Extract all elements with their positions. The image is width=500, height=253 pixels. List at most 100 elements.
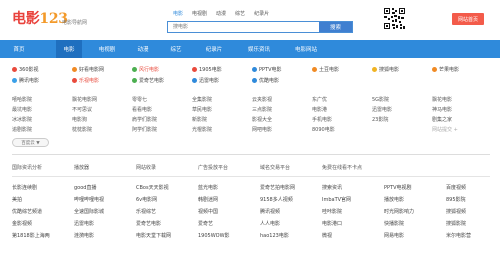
- grid-link[interactable]: 剧集之家: [432, 116, 452, 123]
- grid-link[interactable]: 神马电影: [432, 106, 452, 113]
- site-link[interactable]: 全速国际影城: [74, 208, 104, 215]
- featured-item[interactable]: 搜狐电影: [372, 66, 399, 73]
- site-link[interactable]: 美拍: [12, 196, 22, 203]
- nav-item-news[interactable]: 娱乐资讯: [242, 40, 276, 58]
- site-link[interactable]: 6v电影网: [136, 196, 157, 203]
- featured-item[interactable]: 好看电影网: [72, 66, 104, 73]
- site-link[interactable]: 微视: [322, 232, 332, 239]
- search-button[interactable]: 搜索: [319, 22, 352, 32]
- grid-link[interactable]: 草民电影: [192, 106, 212, 113]
- search-input[interactable]: [168, 22, 319, 32]
- grid-link[interactable]: 飘花电影: [432, 96, 452, 103]
- search-tab-variety[interactable]: 综艺: [235, 10, 245, 17]
- grid-link[interactable]: 追剧影院: [12, 126, 32, 133]
- featured-item[interactable]: 腾讯电影: [12, 77, 39, 84]
- featured-item[interactable]: 360影视: [12, 66, 39, 73]
- site-link[interactable]: 米尔电影营: [446, 232, 471, 239]
- site-link[interactable]: 视频中国: [198, 208, 218, 215]
- search-tab-movie[interactable]: 电影: [173, 10, 183, 17]
- site-link[interactable]: 百度视频: [446, 184, 466, 191]
- search-tab-documentary[interactable]: 纪录片: [254, 10, 269, 17]
- grid-link[interactable]: 手机电影: [312, 116, 332, 123]
- site-link[interactable]: 搜狐视频: [446, 208, 466, 215]
- grid-link[interactable]: 肩学们影院: [132, 116, 157, 123]
- grid-link[interactable]: 23影院: [372, 116, 388, 123]
- category-link[interactable]: 域名交易平台: [260, 164, 290, 171]
- site-logo[interactable]: 电影123: [12, 8, 68, 28]
- site-link[interactable]: ImbaTV官网: [322, 196, 351, 203]
- category-link[interactable]: 播放器: [74, 164, 89, 171]
- grid-link[interactable]: 最坑电影: [12, 106, 32, 113]
- grid-link[interactable]: 电影狗: [72, 116, 87, 123]
- more-button[interactable]: 百度云 ▼: [12, 138, 49, 147]
- featured-item[interactable]: 乐视电影: [72, 77, 99, 84]
- nav-item-anime[interactable]: 动漫: [131, 40, 155, 58]
- site-link[interactable]: 快播影院: [384, 220, 404, 227]
- home-button[interactable]: 网站首页: [452, 13, 484, 25]
- nav-item-variety[interactable]: 综艺: [164, 40, 188, 58]
- search-tab-tv[interactable]: 电视剧: [192, 10, 207, 17]
- category-link[interactable]: 网站收录: [136, 164, 156, 171]
- grid-link[interactable]: 冰冰影院: [12, 116, 32, 123]
- nav-item-home[interactable]: 首页: [0, 40, 38, 58]
- grid-link[interactable]: 飘花电影网: [72, 96, 97, 103]
- site-link[interactable]: 电影港口: [322, 220, 342, 227]
- site-link[interactable]: 金影视频: [12, 220, 32, 227]
- grid-link[interactable]: 三点影院: [252, 106, 272, 113]
- grid-link[interactable]: 东广优: [312, 96, 327, 103]
- site-link[interactable]: 搜索资讯: [322, 184, 342, 191]
- grid-link[interactable]: 阿学们影院: [132, 126, 157, 133]
- site-link[interactable]: 长影连续剧: [12, 184, 37, 191]
- featured-item[interactable]: 爱奇艺电影: [132, 77, 164, 84]
- site-link[interactable]: 电影天堂下载网: [136, 232, 171, 239]
- nav-item-documentary[interactable]: 纪录片: [200, 40, 228, 58]
- site-link[interactable]: 搜狐影院: [446, 220, 466, 227]
- site-link[interactable]: 哔哩哔哩电视: [74, 196, 104, 203]
- site-link[interactable]: 1905WOW影: [198, 232, 230, 239]
- site-link[interactable]: 时光网影响力: [384, 208, 414, 215]
- grid-link[interactable]: 网吧电影: [252, 126, 272, 133]
- grid-link[interactable]: 影视大全: [252, 116, 272, 123]
- grid-link[interactable]: 看看电影: [132, 106, 152, 113]
- grid-link[interactable]: 云夹影视: [252, 96, 272, 103]
- site-link[interactable]: 爱奇艺: [198, 220, 213, 227]
- site-link[interactable]: 网易电影: [384, 232, 404, 239]
- grid-link[interactable]: 电影港: [312, 106, 327, 113]
- featured-item[interactable]: 1905电影: [192, 66, 222, 73]
- featured-item[interactable]: PPTV电影: [252, 66, 282, 73]
- site-link[interactable]: 爱奇艺电影: [136, 220, 161, 227]
- site-link[interactable]: 优酷综艺频道: [12, 208, 42, 215]
- grid-link[interactable]: 全集影院: [192, 96, 212, 103]
- grid-link[interactable]: 枕枕影院: [72, 126, 92, 133]
- category-link[interactable]: 国际资讯分析: [12, 164, 42, 171]
- featured-item[interactable]: 优酷电影: [252, 77, 279, 84]
- submit-site-link[interactable]: 网站提交 +: [432, 126, 458, 133]
- site-link[interactable]: 迅雷电影: [74, 220, 94, 227]
- site-link[interactable]: 腾讯视频: [260, 208, 280, 215]
- featured-item[interactable]: 芒果电影: [432, 66, 459, 73]
- grid-link[interactable]: 嘻哈影院: [12, 96, 32, 103]
- nav-item-tv[interactable]: 电视剧: [93, 40, 121, 58]
- featured-item[interactable]: 风行电影: [132, 66, 159, 73]
- grid-link[interactable]: 迅雷电影: [372, 106, 392, 113]
- featured-item[interactable]: 迅雷电影: [192, 77, 219, 84]
- site-link[interactable]: hao123电影: [260, 232, 289, 239]
- category-link[interactable]: 广告投放平台: [198, 164, 228, 171]
- nav-item-sites[interactable]: 电影网站: [288, 40, 324, 58]
- site-link[interactable]: 涟漪电影: [74, 232, 94, 239]
- site-link[interactable]: 9158多人视频: [260, 196, 293, 203]
- grid-link[interactable]: 8090电影: [312, 126, 335, 133]
- site-link[interactable]: 播放电影: [384, 196, 404, 203]
- grid-link[interactable]: 不可思议: [72, 106, 92, 113]
- grid-link[interactable]: 新影院: [192, 116, 207, 123]
- category-link[interactable]: 免费在线看不卡点: [322, 164, 362, 171]
- grid-link[interactable]: 光棍影院: [192, 126, 212, 133]
- site-link[interactable]: 第1818影上海两: [12, 232, 50, 239]
- site-link[interactable]: 蓝光电影: [198, 184, 218, 191]
- nav-item-movie[interactable]: 电影: [56, 40, 82, 58]
- site-link[interactable]: PPTV电视剧: [384, 184, 412, 191]
- featured-item[interactable]: 土豆电影: [312, 66, 339, 73]
- site-link[interactable]: 韩剧迷网: [198, 196, 218, 203]
- site-link[interactable]: CBos天天影视: [136, 184, 169, 191]
- search-tab-anime[interactable]: 动漫: [216, 10, 226, 17]
